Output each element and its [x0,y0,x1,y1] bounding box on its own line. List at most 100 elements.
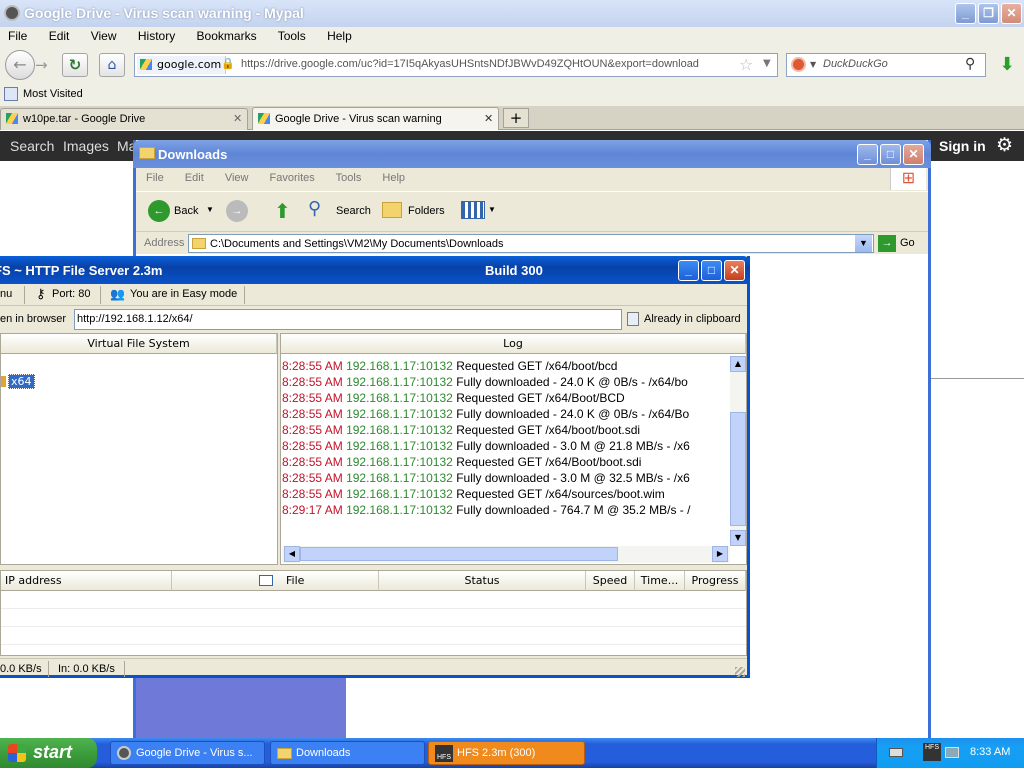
menu-bookmarks[interactable]: Bookmarks [197,29,257,43]
scroll-down-icon[interactable]: ▼ [730,530,746,546]
maximize-button[interactable]: □ [880,144,901,165]
taskbar-item-firefox[interactable]: Google Drive - Virus s... [110,741,265,765]
scroll-thumb[interactable] [300,547,618,561]
log-vscrollbar[interactable]: ▲ ▼ [730,356,746,546]
col-ip-address[interactable]: IP address [1,571,172,591]
go-button[interactable]: Go [900,237,915,249]
resize-grip-icon[interactable] [735,667,745,677]
hfs-url-field[interactable]: http://192.168.1.12/x64/ [74,309,622,330]
network-icon[interactable] [945,747,959,758]
keyboard-icon[interactable] [889,748,903,757]
menu-history[interactable]: History [138,29,175,43]
tab-w10pe[interactable]: w10pe.tar - Google Drive ✕ [0,108,248,130]
maximize-button[interactable]: □ [701,260,722,281]
new-tab-button[interactable]: + [503,108,529,128]
folders-button[interactable]: Folders [408,205,445,217]
menu-tools[interactable]: Tools [278,29,306,43]
google-images-link[interactable]: Images [63,138,109,154]
tab-virus-scan[interactable]: Google Drive - Virus scan warning ✕ [252,107,499,130]
search-button[interactable]: Search [336,205,371,217]
clipboard-button[interactable]: Already in clipboard [644,313,741,325]
duckduckgo-icon[interactable] [791,57,806,72]
address-dropdown-icon[interactable]: ▼ [855,235,872,252]
start-button[interactable]: start [0,738,97,768]
log-ip: 192.168.1.17:10132 [346,375,453,389]
search-input[interactable]: DuckDuckGo [823,58,888,70]
open-in-browser-button[interactable]: en in browser [0,313,66,325]
close-button[interactable]: ✕ [724,260,745,281]
views-icon[interactable] [461,201,485,219]
forward-arrow-icon[interactable]: → [226,200,248,222]
port-plug-icon: ⚷ [36,286,46,301]
menu-view[interactable]: View [225,172,249,184]
scroll-up-icon[interactable]: ▲ [730,356,746,372]
close-button[interactable]: ✕ [903,144,924,165]
log-message: Fully downloaded - 3.0 M @ 21.8 MB/s - /… [456,439,690,453]
menu-edit[interactable]: Edit [49,29,70,43]
menu-file[interactable]: File [146,172,164,184]
search-icon[interactable]: ⚲ [965,56,975,72]
menu-help[interactable]: Help [382,172,405,184]
explorer-titlebar[interactable]: Downloads _ □ ✕ [133,140,931,168]
col-speed[interactable]: Speed [586,571,635,591]
menu-view[interactable]: View [91,29,117,43]
engine-dropdown-icon[interactable]: ▼ [810,60,816,69]
back-dropdown-icon[interactable]: ▼ [206,205,214,214]
log-time: 8:29:17 AM [282,503,343,517]
close-button[interactable]: ✕ [1001,3,1022,24]
most-visited-bookmark[interactable]: Most Visited [23,88,83,100]
log-hscrollbar[interactable]: ◀ ▶ [282,546,730,563]
vfs-item-x64[interactable]: x64 [8,374,35,389]
col-progress[interactable]: Progress [685,571,746,591]
google-search-link[interactable]: Search [10,138,54,154]
bookmark-star-icon[interactable]: ☆ [739,55,753,74]
url-bar[interactable]: google.com 🔒 https://drive.google.com/uc… [134,53,778,77]
folders-icon[interactable] [382,202,402,218]
taskbar-item-hfs[interactable]: HFS HFS 2.3m (300) [428,741,585,765]
taskbar-item-downloads[interactable]: Downloads [270,741,425,765]
scroll-right-icon[interactable]: ▶ [712,546,728,562]
search-magnifier-icon[interactable]: ⚲ [308,198,321,219]
firefox-titlebar[interactable]: Google Drive - Virus scan warning - Mypa… [0,0,1024,27]
scroll-thumb[interactable] [730,412,746,526]
menu-favorites[interactable]: Favorites [270,172,315,184]
mode-button[interactable]: You are in Easy mode [130,288,237,300]
forward-icon[interactable]: → [35,56,48,74]
menu-button[interactable]: nu [0,288,12,300]
minimize-button[interactable]: _ [955,3,976,24]
menu-help[interactable]: Help [327,29,352,43]
tab-close-icon[interactable]: ✕ [233,112,242,125]
menu-edit[interactable]: Edit [185,172,204,184]
views-dropdown-icon[interactable]: ▼ [488,205,496,214]
col-time[interactable]: Time... [635,571,685,591]
home-icon[interactable]: ⌂ [99,53,125,77]
restore-button[interactable]: ❐ [978,3,999,24]
sign-in-link[interactable]: Sign in [939,138,986,154]
back-arrow-icon[interactable]: ← [148,200,170,222]
hfs-tray-icon[interactable]: HFS [923,743,941,761]
most-visited-icon [4,87,18,101]
log-pane: Log 8:28:55 AM 192.168.1.17:10132 Reques… [280,333,747,565]
minimize-button[interactable]: _ [857,144,878,165]
up-folder-icon[interactable]: ⬆ [274,199,296,223]
site-identity[interactable]: google.com [137,56,227,74]
go-arrow-icon[interactable]: → [878,235,896,252]
menu-tools[interactable]: Tools [336,172,362,184]
col-file[interactable]: File [172,571,379,591]
reload-icon[interactable]: ↻ [62,53,88,77]
hfs-titlebar[interactable]: FS ~ HTTP File Server 2.3m Build 300 _ □… [0,256,750,284]
bookmarks-toolbar: Most Visited [0,84,1024,106]
minimize-button[interactable]: _ [678,260,699,281]
scroll-left-icon[interactable]: ◀ [284,546,300,562]
gear-icon[interactable]: ⚙ [996,134,1013,157]
tab-close-icon[interactable]: ✕ [484,112,493,125]
back-button[interactable]: Back [174,205,198,217]
col-status[interactable]: Status [379,571,586,591]
dropdown-arrow-icon[interactable]: ▼ [763,58,771,69]
download-arrow-icon[interactable]: ⬇ [994,52,1020,78]
menu-file[interactable]: File [8,29,27,43]
back-icon[interactable]: ← [5,50,35,80]
search-bar[interactable]: ▼ DuckDuckGo ⚲ [786,53,986,77]
port-button[interactable]: Port: 80 [52,288,91,300]
address-input[interactable]: C:\Documents and Settings\VM2\My Documen… [188,234,874,253]
